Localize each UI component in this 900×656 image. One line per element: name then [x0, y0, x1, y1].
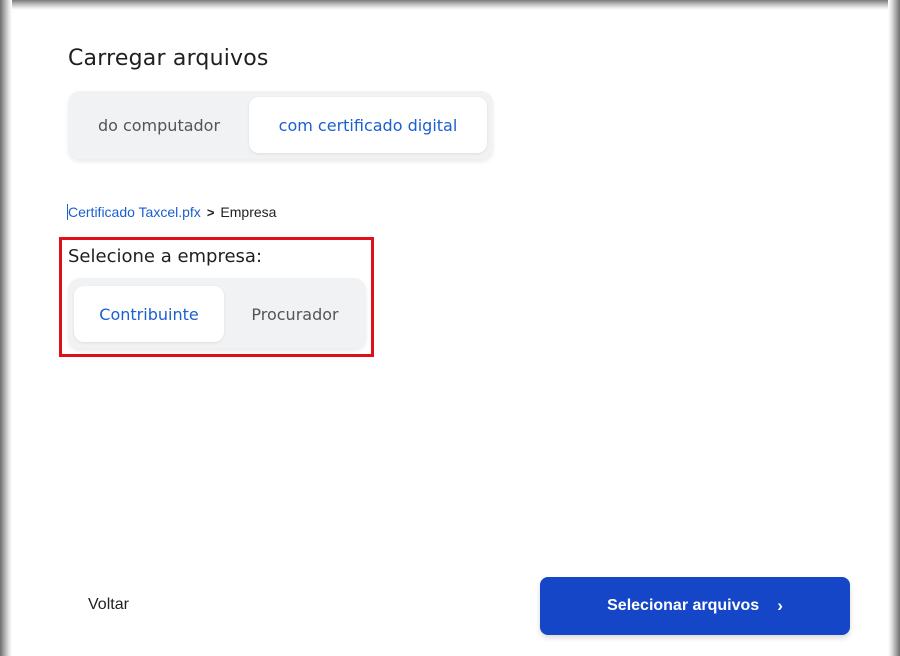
tab-contribuinte[interactable]: Contribuinte — [74, 286, 224, 342]
company-type-tabs: Contribuinte Procurador — [68, 278, 366, 348]
tab-do-computador[interactable]: do computador — [74, 97, 244, 153]
breadcrumb-current: Empresa — [220, 204, 277, 220]
breadcrumb: Certificado Taxcel.pfx > Empresa — [67, 204, 276, 220]
window-top-edge — [0, 0, 900, 10]
chevron-right-icon: › — [777, 596, 783, 615]
upload-source-tabs: do computador com certificado digital — [68, 91, 493, 159]
back-button[interactable]: Voltar — [88, 596, 129, 614]
breadcrumb-separator-icon: > — [206, 204, 215, 220]
dialog: Carregar arquivos do computador com cert… — [0, 0, 900, 656]
select-files-button[interactable]: Selecionar arquivos › — [540, 577, 850, 635]
select-files-label: Selecionar arquivos — [607, 597, 760, 614]
window-left-edge — [0, 0, 12, 656]
window-right-edge — [888, 0, 900, 656]
tab-certificado-digital[interactable]: com certificado digital — [249, 97, 487, 153]
tab-procurador[interactable]: Procurador — [228, 286, 362, 342]
breadcrumb-file-link[interactable]: Certificado Taxcel.pfx — [67, 204, 201, 220]
page-title: Carregar arquivos — [68, 46, 269, 71]
company-select-label: Selecione a empresa: — [68, 246, 263, 267]
